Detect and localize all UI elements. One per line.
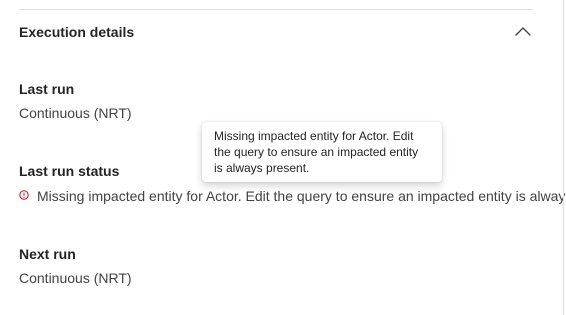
last-run-value: Continuous (NRT) <box>19 105 132 121</box>
last-run-label: Last run <box>19 81 75 97</box>
status-tooltip: Missing impacted entity for Actor. Edit … <box>202 122 442 182</box>
section-divider <box>19 9 533 10</box>
tooltip-text: Missing impacted entity for Actor. Edit … <box>214 129 419 175</box>
next-run-value: Continuous (NRT) <box>19 270 132 286</box>
status-message-text: Missing impacted entity for Actor. Edit … <box>37 188 566 204</box>
section-title: Execution details <box>19 24 135 40</box>
chevron-up-icon[interactable] <box>513 23 533 39</box>
last-run-status-label: Last run status <box>19 163 120 179</box>
execution-details-panel: Execution details Last run Continuous (N… <box>0 0 566 315</box>
next-run-label: Next run <box>19 246 76 262</box>
execution-details-header[interactable]: Execution details <box>19 22 535 44</box>
error-circle-icon <box>19 190 29 200</box>
last-run-status-message[interactable]: Missing impacted entity for Actor. Edit … <box>19 187 566 207</box>
panel-border <box>563 0 564 315</box>
